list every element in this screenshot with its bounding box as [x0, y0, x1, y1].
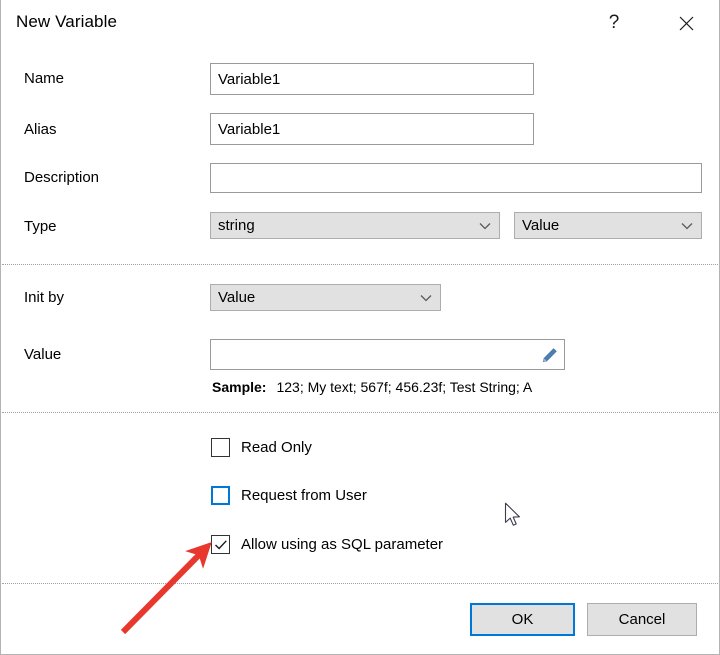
checkbox-label: Read Only: [241, 439, 312, 456]
dialog-title: New Variable: [16, 12, 118, 31]
checkbox-allow-sql-parameter[interactable]: Allow using as SQL parameter: [211, 535, 443, 554]
question-mark-glyph: ?: [608, 12, 620, 33]
section-divider: [2, 583, 719, 584]
checkbox-read-only[interactable]: Read Only: [211, 438, 312, 457]
help-icon[interactable]: ?: [591, 5, 637, 41]
sample-text: 123; My text; 567f; 456.23f; Test String…: [276, 379, 533, 395]
value-label: Value: [24, 346, 62, 363]
title-bar: New Variable ?: [1, 0, 719, 47]
init-by-label: Init by: [24, 289, 65, 306]
type-kind-select[interactable]: Value: [514, 212, 702, 239]
init-by-select[interactable]: Value: [210, 284, 441, 311]
name-label: Name: [24, 70, 65, 87]
section-divider: [2, 264, 719, 265]
description-input[interactable]: [210, 163, 702, 193]
alias-label: Alias: [24, 121, 57, 138]
type-datatype-select[interactable]: string: [210, 212, 500, 239]
new-variable-dialog: New Variable ? Name Variable1 Alias Vari…: [0, 0, 720, 655]
sample-label: Sample:: [212, 379, 267, 395]
value-input[interactable]: [210, 339, 565, 370]
type-label: Type: [24, 218, 57, 235]
mouse-cursor: [504, 502, 520, 526]
checkbox-request-from-user[interactable]: Request from User: [211, 486, 367, 505]
ok-button[interactable]: OK: [470, 603, 575, 636]
chevron-down-icon: [681, 222, 693, 230]
pencil-icon[interactable]: [541, 347, 557, 363]
section-divider: [2, 412, 719, 413]
checkbox-box[interactable]: [211, 438, 230, 457]
checkbox-label: Request from User: [241, 487, 367, 504]
chevron-down-icon: [420, 294, 432, 302]
type-kind-value: Value: [522, 217, 560, 234]
checkbox-box[interactable]: [211, 535, 230, 554]
type-datatype-value: string: [218, 217, 255, 234]
init-by-value: Value: [218, 289, 256, 306]
sample-hint: Sample: 123; My text; 567f; 456.23f; Test…: [212, 379, 532, 395]
checkbox-box[interactable]: [211, 486, 230, 505]
checkmark-icon: [214, 539, 227, 549]
close-icon[interactable]: [663, 5, 709, 41]
cancel-button[interactable]: Cancel: [587, 603, 697, 636]
chevron-down-icon: [479, 222, 491, 230]
alias-input[interactable]: Variable1: [210, 113, 534, 145]
name-input[interactable]: Variable1: [210, 63, 534, 95]
checkbox-label: Allow using as SQL parameter: [241, 536, 444, 553]
description-label: Description: [24, 169, 100, 186]
